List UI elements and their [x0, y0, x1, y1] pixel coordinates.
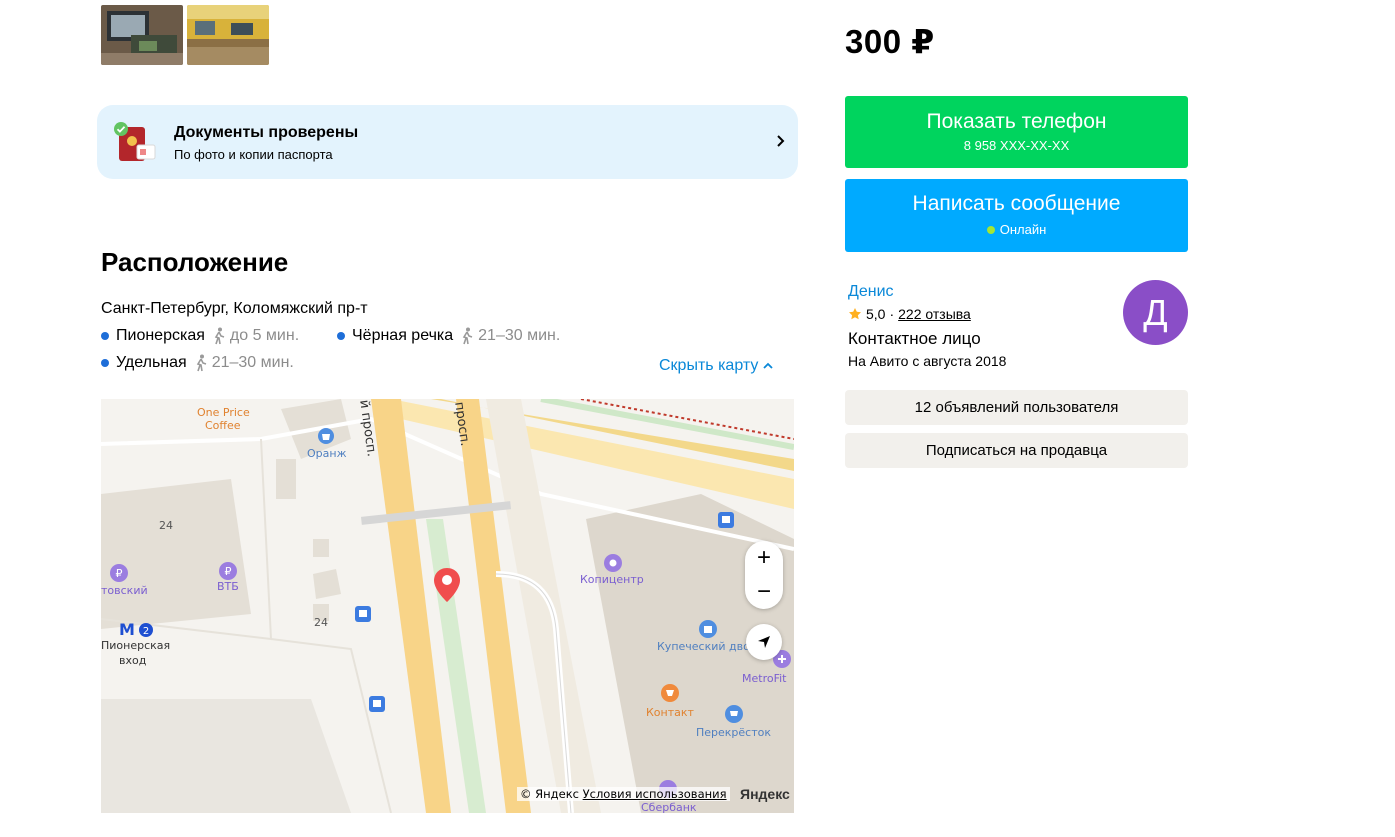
- map-label-bank: товский: [101, 584, 148, 597]
- map-label-coffee: Coffee: [205, 419, 241, 432]
- metro-time: до 5 мин.: [229, 327, 300, 344]
- bank-icon: ₽: [110, 564, 128, 582]
- map-label-oranzh: Оранж: [307, 447, 347, 460]
- location-address: Санкт-Петербург, Коломяжский пр-т: [101, 300, 368, 317]
- seller-rating: 5,0 · 222 отзыва: [848, 306, 971, 322]
- map-label-kupech: Купеческий дво: [657, 640, 750, 653]
- passport-check-icon: [114, 122, 156, 161]
- metro-item-chernaya-rechka: Чёрная речка 21–30 мин.: [337, 327, 560, 345]
- map-copyright: © Яндекс: [520, 787, 579, 801]
- subscribe-seller-button[interactable]: Подписаться на продавца: [845, 433, 1188, 468]
- online-dot: [986, 225, 995, 234]
- yandex-brand: Яндекс: [740, 786, 790, 802]
- user-listings-button[interactable]: 12 объявлений пользователя: [845, 390, 1188, 425]
- hide-map-label: Скрыть карту: [659, 357, 759, 374]
- metro-line-dot: [101, 332, 109, 340]
- mall-icon: [699, 620, 717, 638]
- show-phone-label: Показать телефон: [926, 110, 1107, 133]
- map-zoom-out-button[interactable]: −: [745, 575, 783, 609]
- seller-name-link[interactable]: Денис: [848, 283, 894, 301]
- map-label-building-24: 24: [159, 519, 173, 532]
- metro-station: Пионерская: [116, 327, 205, 344]
- copy-center-icon: [604, 554, 622, 572]
- cafe-icon: [661, 684, 679, 702]
- map-zoom-control: + −: [745, 541, 783, 609]
- navigation-arrow-icon: [758, 636, 770, 648]
- walking-icon: [214, 327, 225, 345]
- metro-station-icon: M2: [119, 621, 153, 639]
- rating-separator: ·: [889, 306, 895, 322]
- documents-title: Документы проверены: [174, 124, 359, 141]
- bus-stop-icon: [355, 606, 371, 622]
- write-message-button[interactable]: Написать сообщение Онлайн: [845, 179, 1188, 252]
- map-label-kopicentr: Копицентр: [580, 573, 644, 586]
- map-canvas: [101, 399, 794, 813]
- metro-item-udelnaya: Удельная 21–30 мин.: [101, 354, 294, 372]
- metro-line-number: 2: [143, 626, 149, 637]
- seller-role: Контактное лицо: [848, 329, 981, 348]
- map-label-sberbank: Сбербанк: [641, 801, 697, 813]
- map-label-perekrestok: Перекрёсток: [696, 726, 772, 739]
- bank-icon: ₽: [219, 562, 237, 580]
- rating-value: 5,0: [866, 306, 886, 322]
- online-status: Онлайн: [999, 222, 1047, 237]
- gallery-thumbnail-2[interactable]: [187, 5, 269, 65]
- metro-line-dot: [101, 359, 109, 367]
- shop-icon: [318, 428, 334, 444]
- chevron-up-icon: [763, 362, 774, 369]
- supermarket-icon: [725, 705, 743, 723]
- workshop-image: [187, 5, 269, 65]
- bus-stop-icon: [718, 512, 734, 528]
- map-label-metrofit: MetroFit: [742, 672, 787, 685]
- metro-station: Удельная: [116, 354, 187, 371]
- show-phone-button[interactable]: Показать телефон 8 958 XXX-XX-XX: [845, 96, 1188, 168]
- laptop-repair-image: [101, 5, 183, 65]
- avatar[interactable]: Д: [1123, 280, 1188, 345]
- map-label-vtb: ВТБ: [217, 580, 239, 593]
- star-icon: [849, 308, 861, 320]
- phone-masked: 8 958 XXX-XX-XX: [963, 138, 1070, 153]
- map-terms-link[interactable]: Условия использования: [583, 787, 727, 801]
- metro-line-dot: [337, 332, 345, 340]
- svg-text:₽: ₽: [225, 565, 232, 578]
- walking-icon: [462, 327, 473, 345]
- hide-map-link[interactable]: Скрыть карту: [659, 357, 774, 375]
- metro-time: 21–30 мин.: [211, 354, 294, 371]
- bus-stop-icon: [369, 696, 385, 712]
- location-heading: Расположение: [101, 247, 289, 277]
- yandex-logo[interactable]: Яндекс: [740, 786, 790, 802]
- map-label-one-price: One Price: [197, 406, 250, 419]
- map-geolocation-button[interactable]: [746, 624, 782, 660]
- location-map[interactable]: ₽ ₽ M2 One Price Coffee Оранж й просп. п…: [101, 399, 794, 813]
- metro-item-pionerskaya: Пионерская до 5 мин.: [101, 327, 299, 345]
- map-label-building-24b: 24: [314, 616, 328, 629]
- documents-subtitle: По фото и копии паспорта: [174, 147, 333, 162]
- map-label-pionerskaya: Пионерская: [101, 639, 171, 652]
- walking-icon: [196, 354, 206, 372]
- chevron-right-icon: [777, 135, 785, 147]
- metro-time: 21–30 мин.: [478, 327, 561, 344]
- seller-since: На Авито с августа 2018: [848, 353, 1007, 369]
- map-zoom-in-button[interactable]: +: [745, 541, 783, 575]
- svg-text:M: M: [119, 621, 135, 639]
- price: 300 ₽: [845, 23, 935, 60]
- write-message-label: Написать сообщение: [912, 192, 1121, 215]
- metro-station: Чёрная речка: [352, 327, 454, 344]
- map-attribution: © Яндекс Условия использования: [517, 787, 730, 801]
- documents-verified-banner[interactable]: Документы проверены По фото и копии пасп…: [97, 105, 798, 179]
- map-label-vhod: вход: [119, 654, 147, 667]
- location-pin-icon[interactable]: [432, 566, 462, 604]
- svg-text:₽: ₽: [116, 567, 123, 580]
- gallery-thumbnail-1[interactable]: [101, 5, 183, 65]
- map-label-kontakt: Контакт: [646, 706, 694, 719]
- reviews-link[interactable]: 222 отзыва: [898, 306, 971, 322]
